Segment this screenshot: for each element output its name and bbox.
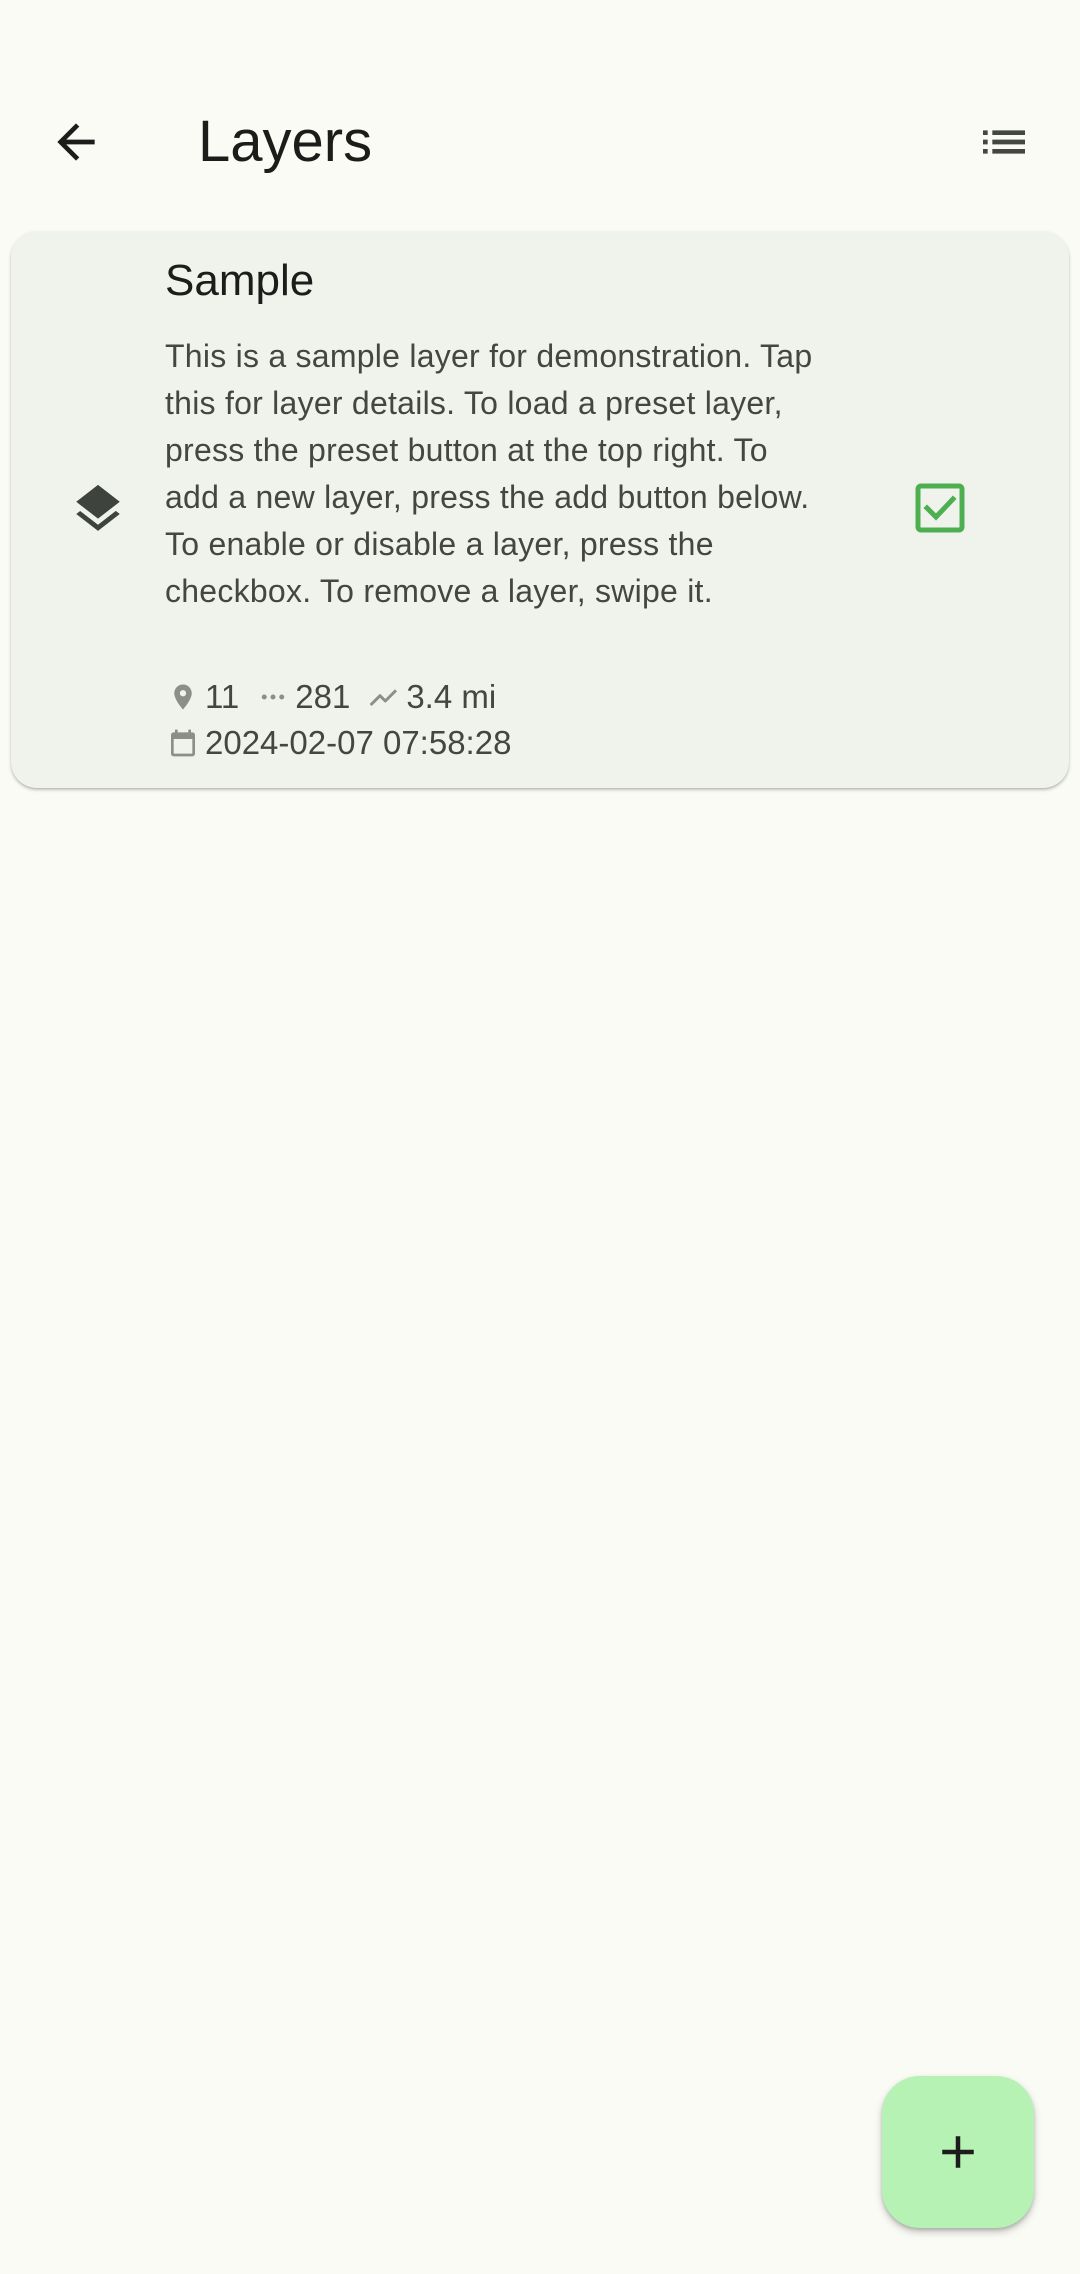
distance-value: 3.4 mi bbox=[406, 678, 497, 715]
layer-date-row: 2024-02-07 07:58:28 bbox=[165, 721, 511, 765]
top-app-bar: Layers bbox=[0, 80, 1080, 204]
points-stat: 11 bbox=[165, 678, 239, 716]
more-horiz-icon bbox=[255, 679, 291, 715]
enable-checkbox[interactable] bbox=[895, 463, 985, 553]
back-button[interactable] bbox=[36, 102, 116, 182]
layer-title: Sample bbox=[165, 256, 315, 305]
arrow-back-icon bbox=[57, 123, 95, 161]
layer-card[interactable]: Sample This is a sample layer for demons… bbox=[11, 231, 1069, 788]
layers-icon bbox=[64, 475, 132, 543]
segments-stat: 281 bbox=[255, 678, 350, 716]
layer-description: This is a sample layer for demonstration… bbox=[165, 338, 813, 609]
layer-stats: 11 281 3.4 mi bbox=[165, 675, 512, 719]
segments-count: 281 bbox=[295, 678, 351, 715]
checkbox-checked-icon bbox=[915, 483, 965, 533]
presets-button[interactable] bbox=[964, 102, 1044, 182]
list-icon bbox=[983, 130, 1025, 154]
points-count: 11 bbox=[205, 678, 240, 715]
add-icon bbox=[942, 2136, 974, 2168]
location-pin-icon bbox=[165, 679, 201, 715]
add-layer-button[interactable] bbox=[882, 2076, 1034, 2228]
trending-up-icon bbox=[366, 679, 402, 715]
calendar-icon bbox=[165, 725, 201, 761]
layer-date: 2024-02-07 07:58:28 bbox=[205, 724, 512, 761]
page-title: Layers bbox=[198, 109, 373, 174]
distance-stat: 3.4 mi bbox=[366, 678, 496, 716]
